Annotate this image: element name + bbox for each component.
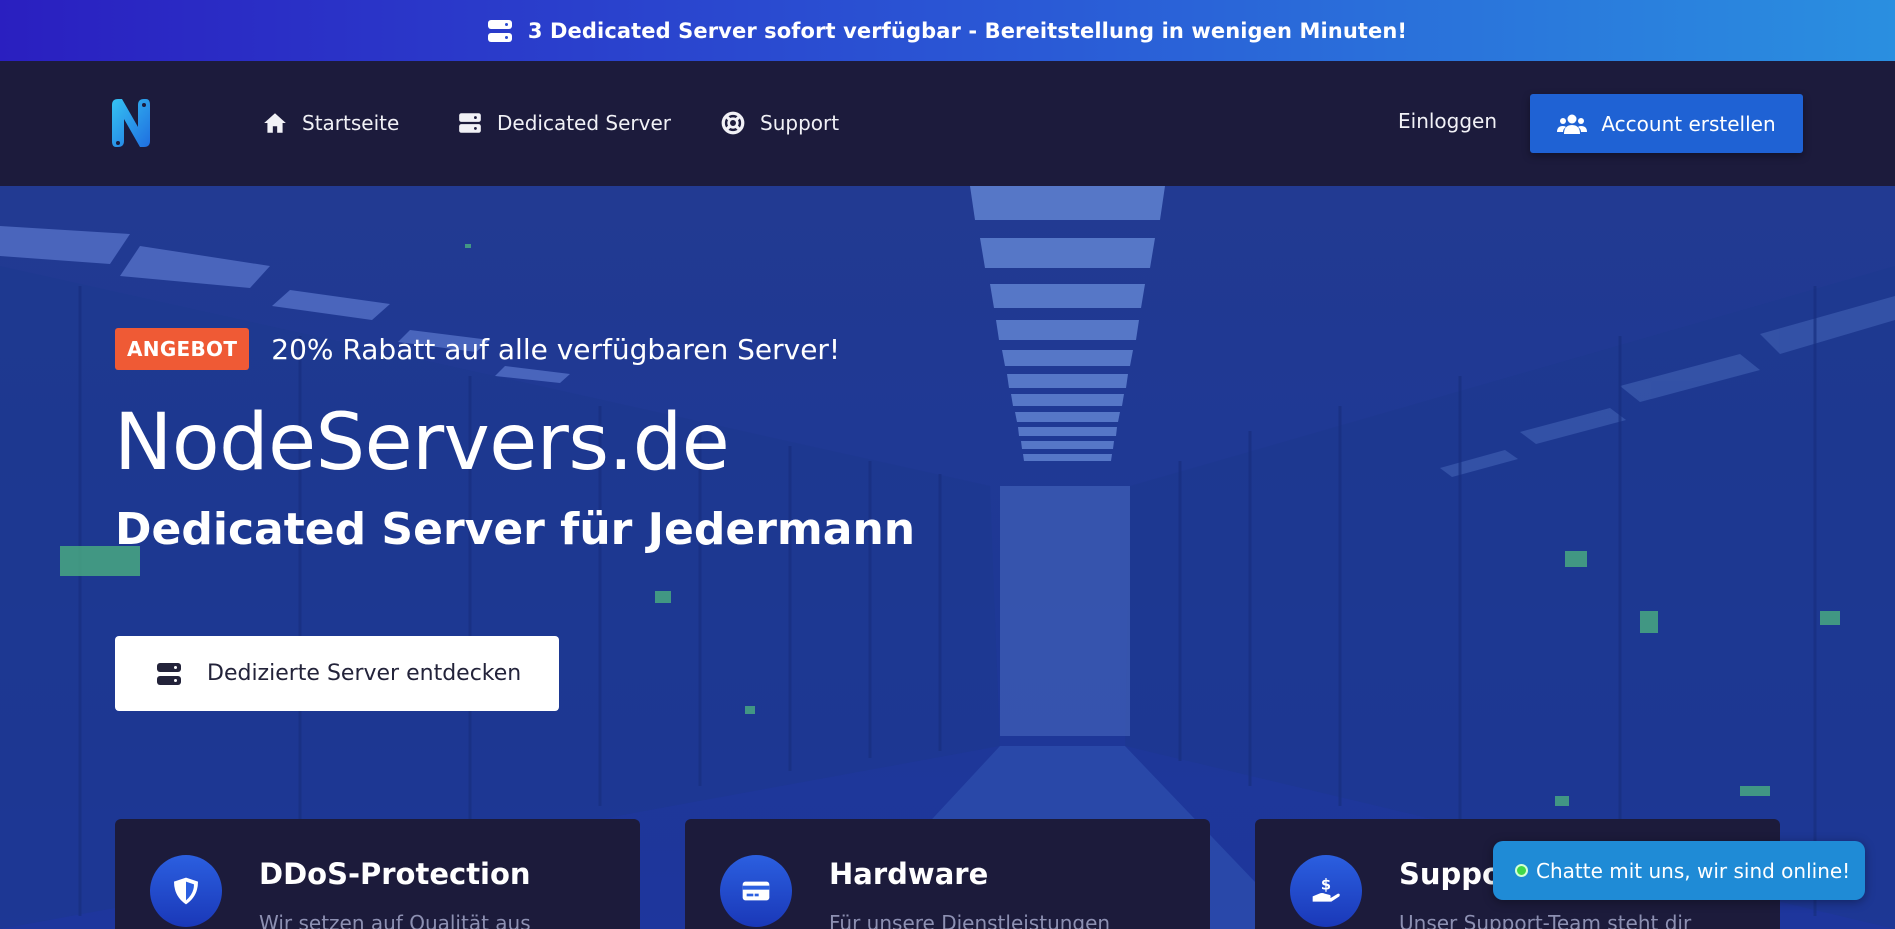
discover-servers-button[interactable]: Dedizierte Server entdecken [115,636,559,711]
lifebuoy-icon [721,111,745,135]
feature-card-hardware: Hardware Für unsere Dienstleistungen [685,819,1210,929]
feature-title: Hardware [829,857,989,891]
feature-description: Wir setzen auf Qualität aus [259,911,531,929]
shield-icon [150,855,222,927]
hero-title: NodeServers.de [114,398,730,488]
credit-card-icon [720,855,792,927]
datacenter-background-image [0,186,1895,929]
home-icon [264,113,286,133]
svg-text:$: $ [1321,877,1331,894]
announcement-bar: 3 Dedicated Server sofort verfügbar - Be… [0,0,1895,61]
nav-support[interactable]: Support [720,105,839,141]
hand-dollar-icon-glyph: $ [1312,877,1340,902]
server-icon [487,19,512,42]
nav-startseite[interactable]: Startseite [262,105,399,141]
credit-card-icon-glyph [742,881,770,901]
nav-dedicated-label: Dedicated Server [497,111,671,135]
server-icon [157,662,181,685]
login-link[interactable]: Einloggen [1398,109,1497,133]
feature-description: Für unsere Dienstleistungen [829,911,1111,929]
offer-banner: ANGEBOT 20% Rabatt auf alle verfügbaren … [115,328,840,370]
hero-section: ANGEBOT 20% Rabatt auf alle verfügbaren … [0,186,1895,929]
live-chat-label: Chatte mit uns, wir sind online! [1536,858,1851,883]
nav-startseite-label: Startseite [302,111,400,135]
create-account-label: Account erstellen [1601,111,1776,136]
offer-text: 20% Rabatt auf alle verfügbaren Server! [271,332,841,366]
shield-icon-glyph [174,877,198,905]
server-icon [459,113,481,133]
feature-title: DDoS-Protection [259,857,531,891]
nodeservers-logo[interactable] [108,97,152,149]
feature-card-ddos: DDoS-Protection Wir setzen auf Qualität … [115,819,640,929]
nav-dedicated-server[interactable]: Dedicated Server [457,105,671,141]
hand-dollar-icon: $ [1290,855,1362,927]
hero-subtitle: Dedicated Server für Jedermann [115,504,916,555]
announcement-text: 3 Dedicated Server sofort verfügbar - Be… [527,18,1408,43]
live-chat-button[interactable]: Chatte mit uns, wir sind online! [1493,841,1865,900]
discover-servers-label: Dedizierte Server entdecken [207,661,522,686]
nav-support-label: Support [760,111,840,135]
create-account-button[interactable]: Account erstellen [1530,94,1803,153]
feature-description: Unser Support-Team steht dir [1399,911,1692,929]
users-icon [1557,114,1588,134]
offer-badge: ANGEBOT [115,328,250,370]
online-status-dot [1515,864,1528,877]
